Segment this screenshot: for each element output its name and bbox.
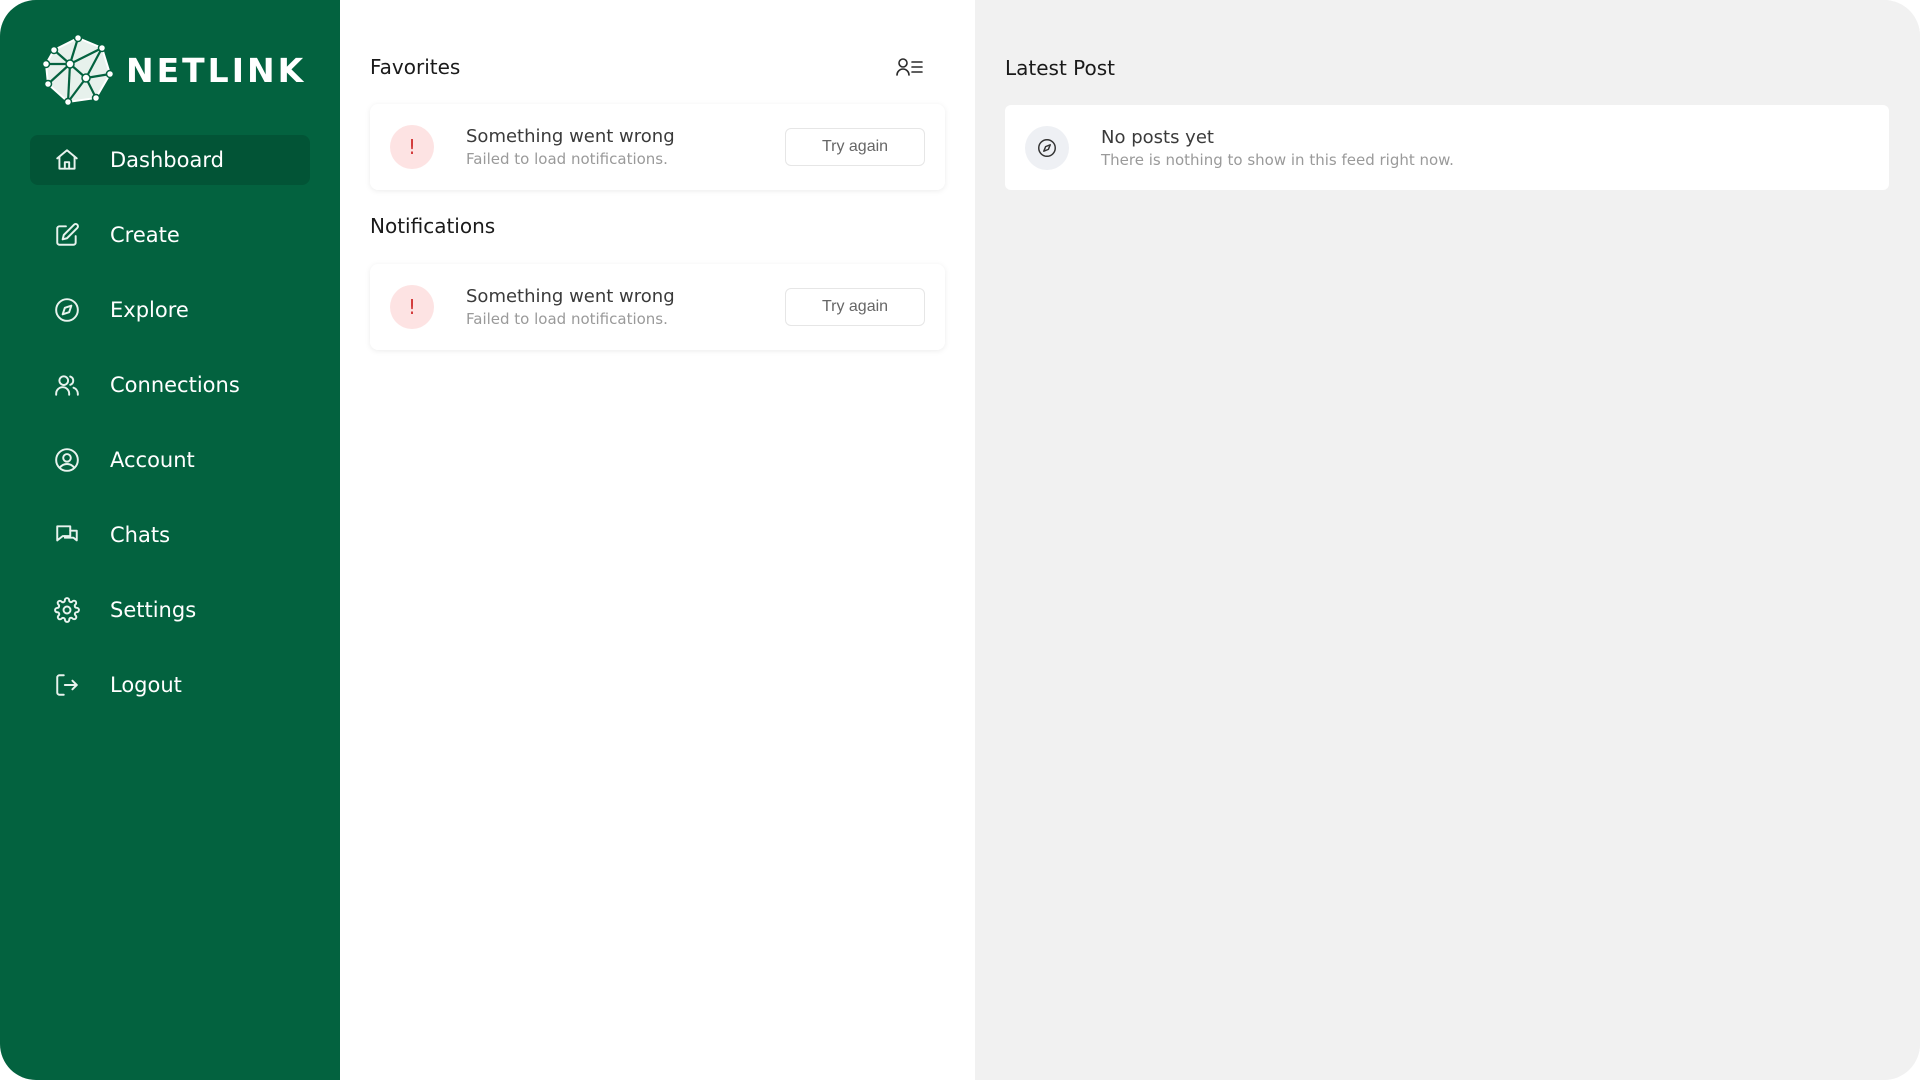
netlink-logo-icon [41,34,114,106]
compass-icon [54,297,80,323]
favorites-title: Favorites [370,55,461,79]
error-text: Something went wrong Failed to load noti… [466,285,785,329]
sidebar-item-label: Connections [110,373,240,397]
sidebar-item-explore[interactable]: Explore [30,285,310,335]
notifications-header: Notifications [370,214,945,238]
sidebar-item-chats[interactable]: Chats [30,510,310,560]
sidebar-item-settings[interactable]: Settings [30,585,310,635]
sidebar-item-label: Explore [110,298,189,322]
gear-icon [54,597,80,623]
user-circle-icon [54,447,80,473]
empty-state-subtitle: There is nothing to show in this feed ri… [1101,150,1454,169]
brand-name: NETLINK [126,50,307,90]
right-column: Latest Post No posts yet There is nothin… [975,0,1920,1080]
sidebar-item-label: Logout [110,673,182,697]
favorites-error-card: ! Something went wrong Failed to load no… [370,104,945,190]
sidebar-item-account[interactable]: Account [30,435,310,485]
error-title: Something went wrong [466,286,675,307]
middle-column: Favorites ! Something went wrong Failed … [340,0,975,1080]
empty-state-text: No posts yet There is nothing to show in… [1101,126,1454,170]
favorites-header: Favorites [370,50,945,84]
sidebar: NETLINK Dashboard Create Explore Connect… [0,0,340,1080]
empty-state-title: No posts yet [1101,126,1214,148]
edit-icon [54,222,80,248]
try-again-button[interactable]: Try again [785,288,925,326]
sidebar-nav: Dashboard Create Explore Connections Acc… [30,135,310,735]
error-title: Something went wrong [466,126,675,147]
brand-logo[interactable]: NETLINK [40,34,306,106]
sidebar-item-logout[interactable]: Logout [30,660,310,710]
sidebar-item-connections[interactable]: Connections [30,360,310,410]
user-list-icon[interactable] [893,50,927,84]
notifications-title: Notifications [370,214,496,238]
home-icon [54,147,80,173]
users-icon [54,372,80,398]
compass-icon [1025,125,1069,170]
latest-post-title: Latest Post [1005,56,1116,80]
logout-icon [54,672,80,698]
try-again-button[interactable]: Try again [785,128,925,166]
sidebar-item-label: Account [110,448,195,472]
error-icon: ! [390,125,434,169]
app-window: NETLINK Dashboard Create Explore Connect… [0,0,1920,1080]
sidebar-item-label: Settings [110,598,197,622]
sidebar-item-dashboard[interactable]: Dashboard [30,135,310,185]
error-subtitle: Failed to load notifications. [466,150,668,168]
sidebar-item-label: Dashboard [110,148,224,172]
error-icon: ! [390,285,434,329]
sidebar-item-create[interactable]: Create [30,210,310,260]
sidebar-item-label: Chats [110,523,171,547]
chat-icon [54,522,80,548]
error-subtitle: Failed to load notifications. [466,310,668,328]
latest-post-empty-card: No posts yet There is nothing to show in… [1005,105,1889,190]
notifications-error-card: ! Something went wrong Failed to load no… [370,264,945,350]
sidebar-item-label: Create [110,223,180,247]
error-text: Something went wrong Failed to load noti… [466,125,785,169]
